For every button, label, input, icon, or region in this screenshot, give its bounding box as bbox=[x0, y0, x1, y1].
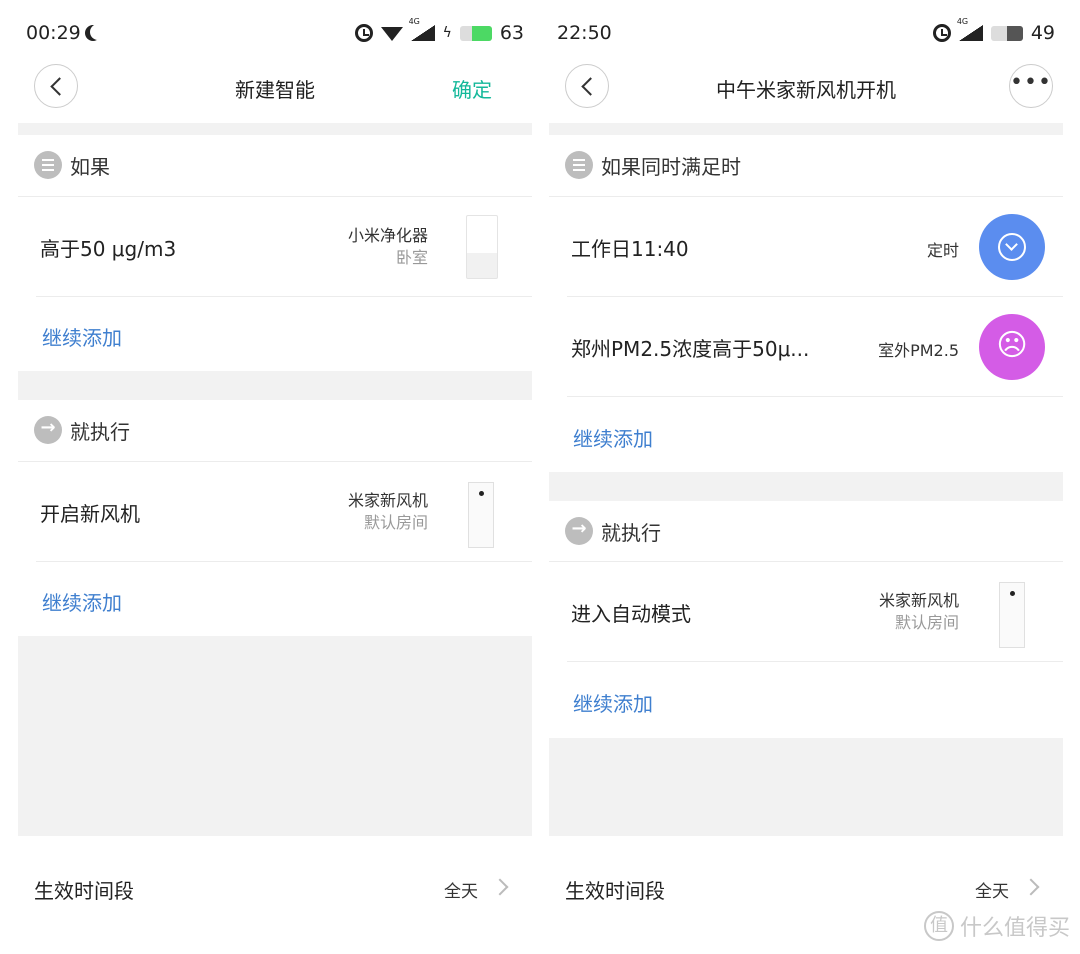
status-time: 22:50 bbox=[557, 22, 612, 44]
effective-time-label: 生效时间段 bbox=[565, 879, 665, 903]
device-room: 默认房间 bbox=[363, 513, 428, 532]
if-section-header: 如果同时满足时 bbox=[565, 135, 1063, 195]
action-row[interactable]: 开启新风机 米家新风机 默认房间 bbox=[18, 462, 532, 562]
alarm-icon bbox=[932, 24, 951, 42]
effective-time-value: 全天 bbox=[975, 882, 1009, 902]
section-gap bbox=[549, 123, 1063, 135]
condition-row[interactable]: 郑州PM2.5浓度高于50μ... 室外PM2.5 bbox=[549, 297, 1063, 397]
battery-level bbox=[1007, 25, 1023, 41]
confirm-button[interactable]: 确定 bbox=[452, 74, 492, 103]
status-bar: 00:29 4G ϟ 63 bbox=[26, 17, 524, 50]
page-title: 中午米家新风机开机 bbox=[716, 78, 896, 102]
list-icon bbox=[34, 151, 62, 179]
device-room: 卧室 bbox=[395, 248, 428, 267]
chevron-right-icon bbox=[491, 878, 509, 896]
action-row[interactable]: 进入自动模式 米家新风机 默认房间 bbox=[549, 562, 1063, 662]
section-gap bbox=[549, 472, 1063, 501]
effective-time-row[interactable]: 生效时间段 全天 bbox=[18, 837, 532, 937]
action-label: 开启新风机 bbox=[40, 502, 140, 526]
condition-label: 工作日11:40 bbox=[571, 237, 689, 261]
condition-row[interactable]: 工作日11:40 定时 bbox=[549, 197, 1063, 297]
condition-type: 定时 bbox=[926, 241, 959, 260]
battery-percent: 49 bbox=[1030, 22, 1055, 44]
chevron-right-icon bbox=[1022, 878, 1040, 896]
section-gap bbox=[18, 123, 532, 135]
action-label: 进入自动模式 bbox=[571, 602, 691, 626]
divider bbox=[36, 296, 532, 297]
section-gap bbox=[18, 371, 532, 400]
more-options-button[interactable]: ••• bbox=[1009, 64, 1053, 108]
right-screen: 22:50 4G 49 中午米家新风机开机 ••• 如果同时满足时 工作日11:… bbox=[549, 0, 1063, 954]
clock-icon bbox=[979, 214, 1045, 280]
then-section-title: 就执行 bbox=[601, 520, 661, 545]
wifi-icon bbox=[380, 27, 403, 41]
if-section-title: 如果同时满足时 bbox=[601, 154, 741, 179]
charging-icon: ϟ bbox=[442, 25, 452, 41]
list-icon bbox=[565, 151, 593, 179]
device-name: 小米净化器 bbox=[347, 226, 428, 245]
device-name: 米家新风机 bbox=[878, 591, 959, 610]
condition-label: 高于50 μg/m3 bbox=[40, 237, 177, 261]
effective-time-label: 生效时间段 bbox=[34, 879, 134, 903]
arrow-right-icon bbox=[565, 517, 593, 545]
add-action-link[interactable]: 继续添加 bbox=[573, 688, 653, 717]
left-screen: 00:29 4G ϟ 63 新建智能 确定 如果 高于50 μg/m3 小米净化… bbox=[18, 0, 532, 954]
pm25-icon bbox=[979, 314, 1045, 380]
add-action-link[interactable]: 继续添加 bbox=[42, 587, 122, 616]
battery-level bbox=[471, 25, 492, 41]
battery-percent: 63 bbox=[499, 22, 524, 44]
battery-icon bbox=[990, 25, 1023, 41]
condition-type: 室外PM2.5 bbox=[878, 341, 959, 360]
cellular-signal-icon: 4G bbox=[409, 17, 435, 41]
status-bar: 22:50 4G 49 bbox=[557, 17, 1055, 50]
condition-row[interactable]: 高于50 μg/m3 小米净化器 卧室 bbox=[18, 197, 532, 297]
arrow-right-icon bbox=[34, 416, 62, 444]
watermark-text: 什么值得买 bbox=[959, 916, 1070, 941]
then-section-header: 就执行 bbox=[34, 400, 532, 460]
fresh-air-fan-image bbox=[468, 482, 494, 548]
if-section-title: 如果 bbox=[70, 154, 110, 179]
device-room: 默认房间 bbox=[894, 613, 959, 632]
cellular-signal-icon: 4G bbox=[957, 17, 983, 41]
if-section-header: 如果 bbox=[34, 135, 532, 195]
divider bbox=[567, 396, 1063, 397]
network-type-label: 4G bbox=[408, 17, 420, 26]
effective-time-value: 全天 bbox=[444, 882, 478, 902]
network-type-label: 4G bbox=[956, 17, 969, 26]
watermark-logo-icon: 值 bbox=[923, 911, 954, 941]
divider bbox=[36, 561, 532, 562]
add-condition-link[interactable]: 继续添加 bbox=[42, 322, 122, 351]
watermark: 值 什么值得买 bbox=[923, 910, 1070, 942]
condition-label: 郑州PM2.5浓度高于50μ... bbox=[571, 337, 810, 361]
battery-icon bbox=[459, 25, 492, 41]
nav-bar: 中午米家新风机开机 ••• bbox=[549, 64, 1063, 110]
status-time: 00:29 bbox=[26, 22, 81, 44]
moon-icon bbox=[90, 24, 106, 40]
nav-bar: 新建智能 确定 bbox=[18, 64, 532, 110]
fresh-air-fan-image bbox=[999, 582, 1025, 648]
then-section-title: 就执行 bbox=[70, 419, 130, 444]
device-name: 米家新风机 bbox=[347, 491, 428, 510]
empty-area bbox=[18, 636, 532, 836]
empty-area bbox=[549, 738, 1063, 836]
alarm-icon bbox=[354, 24, 373, 42]
air-purifier-image bbox=[466, 215, 498, 279]
add-condition-link[interactable]: 继续添加 bbox=[573, 423, 653, 452]
divider bbox=[567, 661, 1063, 662]
then-section-header: 就执行 bbox=[565, 501, 1063, 561]
